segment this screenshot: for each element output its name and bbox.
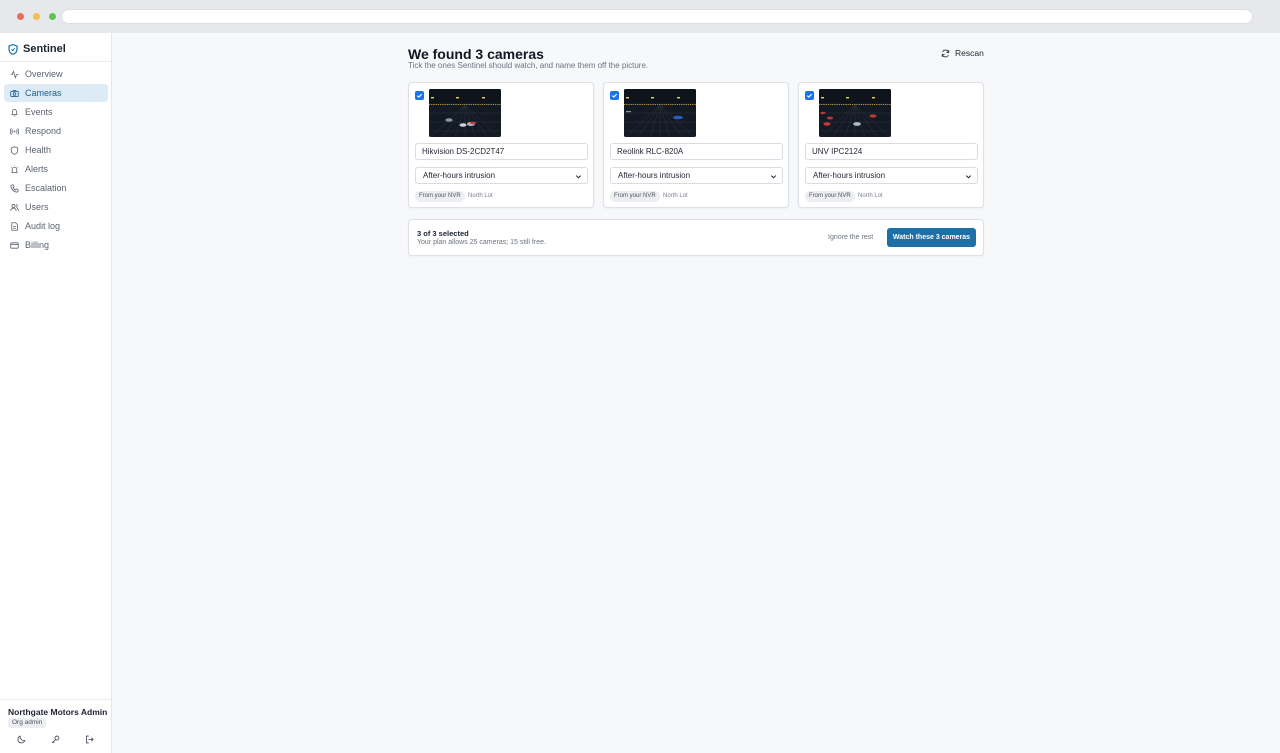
- chevron-down-icon: [770, 175, 777, 179]
- profile-select-value: After-hours intrusion: [618, 171, 691, 180]
- sidebar-item-health[interactable]: Health: [4, 141, 108, 159]
- selection-summary-bar: 3 of 3 selected Your plan allows 25 came…: [408, 219, 984, 256]
- phone-icon: [10, 183, 19, 193]
- main-content: We found 3 cameras Tick the ones Sentine…: [112, 33, 1280, 753]
- theme-toggle-button[interactable]: [17, 735, 27, 745]
- source-badge: From your NVR: [805, 191, 855, 202]
- sidebar-item-overview[interactable]: Overview: [4, 65, 108, 83]
- sidebar-item-label: Users: [25, 202, 49, 212]
- sidebar: Sentinel Overview Cameras Events Respond: [0, 33, 112, 753]
- sidebar-item-label: Respond: [25, 126, 62, 136]
- parking-lot-image: [429, 89, 501, 137]
- profile-select-value: After-hours intrusion: [813, 171, 886, 180]
- sidebar-item-escalation[interactable]: Escalation: [4, 179, 108, 197]
- camera-checkbox[interactable]: [610, 91, 619, 100]
- checkmark-icon: [416, 93, 423, 98]
- sidebar-item-cameras[interactable]: Cameras: [4, 84, 108, 102]
- camera-checkbox[interactable]: [415, 91, 424, 100]
- brand[interactable]: Sentinel: [8, 42, 66, 56]
- sidebar-item-billing[interactable]: Billing: [4, 236, 108, 254]
- brand-name: Sentinel: [23, 43, 66, 55]
- rescan-label: Rescan: [955, 48, 984, 58]
- profile-select[interactable]: After-hours intrusion: [610, 167, 783, 184]
- sidebar-item-label: Alerts: [25, 164, 49, 174]
- app: Sentinel Overview Cameras Events Respond: [0, 33, 1280, 753]
- sidebar-item-label: Overview: [25, 69, 63, 79]
- card-icon: [10, 241, 19, 249]
- camera-checkbox[interactable]: [805, 91, 814, 100]
- sidebar-item-label: Events: [25, 107, 53, 117]
- parking-lot-image: [624, 89, 696, 137]
- footer-actions: [0, 735, 111, 747]
- profile-select[interactable]: After-hours intrusion: [415, 167, 588, 184]
- camera-name-input[interactable]: [415, 143, 588, 160]
- maximize-window-button[interactable]: [49, 13, 56, 20]
- browser-chrome: [0, 0, 1280, 33]
- ignore-rest-button[interactable]: Ignore the rest: [828, 234, 873, 241]
- camera-thumbnail: [624, 89, 696, 137]
- rescan-button[interactable]: Rescan: [941, 48, 984, 58]
- parking-lot-image: [819, 89, 891, 137]
- key-icon: [51, 735, 60, 744]
- sidebar-item-label: Billing: [25, 240, 50, 250]
- plan-limit-text: Your plan allows 25 cameras; 15 still fr…: [417, 239, 546, 246]
- radio-icon: [10, 127, 19, 135]
- camera-thumbnail: [819, 89, 891, 137]
- sidebar-item-respond[interactable]: Respond: [4, 122, 108, 140]
- profile-select-value: After-hours intrusion: [423, 171, 496, 180]
- selected-count: 3 of 3 selected: [417, 229, 469, 238]
- sign-out-button[interactable]: [85, 735, 95, 745]
- org-name: Northgate Motors Admin: [8, 707, 108, 717]
- camera-thumbnail: [429, 89, 501, 137]
- sign-out-icon: [86, 735, 94, 744]
- role-badge: Org admin: [8, 718, 47, 728]
- watch-cameras-button[interactable]: Watch these 3 cameras: [887, 228, 976, 247]
- document-icon: [11, 221, 18, 231]
- sidebar-item-label: Cameras: [25, 88, 62, 98]
- chevron-down-icon: [965, 175, 972, 179]
- checkmark-icon: [611, 93, 618, 98]
- page-subtitle: Tick the ones Sentinel should watch, and…: [408, 61, 649, 70]
- bell-icon: [11, 108, 18, 116]
- site-label: North Lot: [858, 193, 883, 199]
- api-keys-button[interactable]: [51, 735, 61, 745]
- sidebar-item-alerts[interactable]: Alerts: [4, 160, 108, 178]
- minimize-window-button[interactable]: [33, 13, 40, 20]
- camera-card: After-hours intrusion From your NVR Nort…: [408, 82, 594, 208]
- address-bar[interactable]: [61, 9, 1253, 24]
- sidebar-item-audit-log[interactable]: Audit log: [4, 217, 108, 235]
- shield-logo-icon: [8, 43, 18, 55]
- users-icon: [10, 203, 19, 211]
- page-title: We found 3 cameras: [408, 46, 544, 62]
- sidebar-item-label: Audit log: [25, 221, 61, 231]
- camera-name-input[interactable]: [805, 143, 978, 160]
- site-label: North Lot: [663, 193, 688, 199]
- camera-card: After-hours intrusion From your NVR Nort…: [798, 82, 984, 208]
- camera-card: After-hours intrusion From your NVR Nort…: [603, 82, 789, 208]
- siren-icon: [10, 164, 19, 173]
- site-label: North Lot: [468, 193, 493, 199]
- divider: [0, 61, 111, 62]
- moon-icon: [17, 735, 26, 744]
- source-badge: From your NVR: [415, 191, 465, 202]
- checkmark-icon: [806, 93, 813, 98]
- profile-select[interactable]: After-hours intrusion: [805, 167, 978, 184]
- source-badge: From your NVR: [610, 191, 660, 202]
- refresh-icon: [941, 49, 950, 57]
- sidebar-nav: Overview Cameras Events Respond Health A…: [4, 65, 108, 255]
- sidebar-item-label: Health: [25, 145, 52, 155]
- camera-list: After-hours intrusion From your NVR Nort…: [408, 82, 984, 208]
- shield-icon: [10, 145, 19, 155]
- activity-icon: [10, 69, 19, 79]
- close-window-button[interactable]: [17, 13, 24, 20]
- sidebar-item-label: Escalation: [25, 183, 67, 193]
- chevron-down-icon: [575, 175, 582, 179]
- sidebar-footer: Northgate Motors Admin Org admin: [0, 699, 111, 753]
- sidebar-item-users[interactable]: Users: [4, 198, 108, 216]
- camera-icon: [10, 89, 19, 97]
- sidebar-item-events[interactable]: Events: [4, 103, 108, 121]
- camera-name-input[interactable]: [610, 143, 783, 160]
